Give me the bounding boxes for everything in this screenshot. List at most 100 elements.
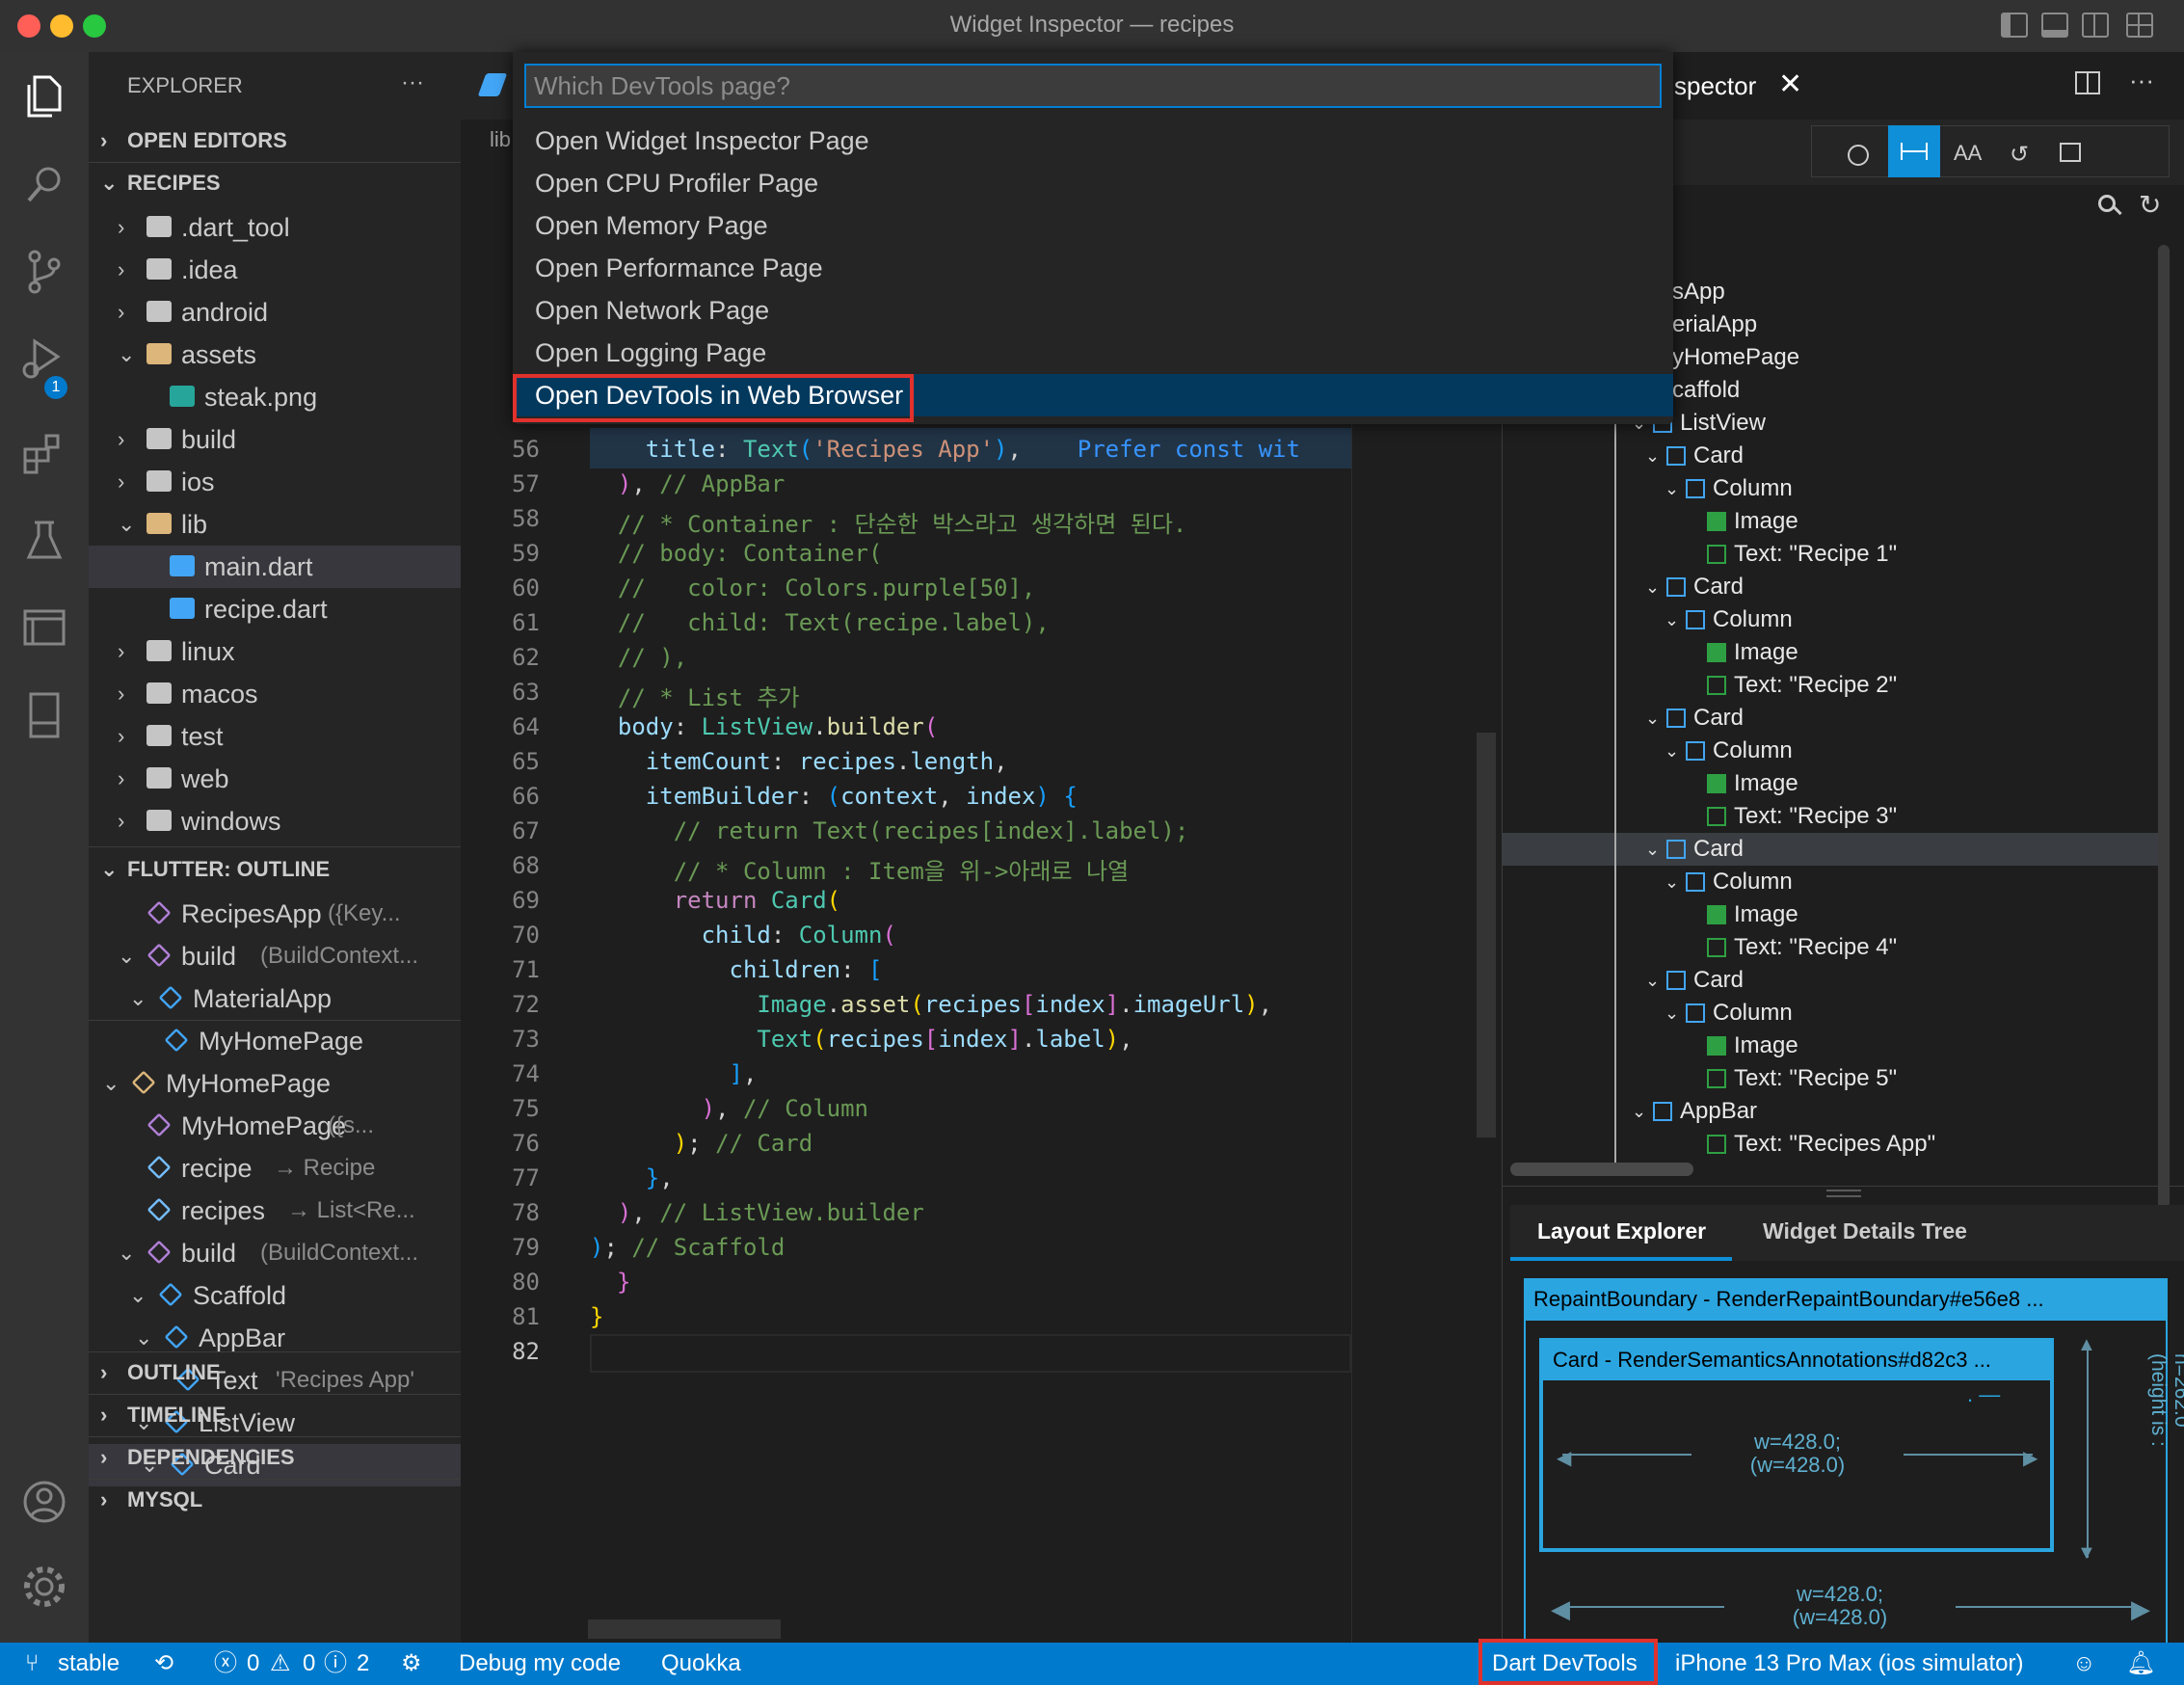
chevron-down-icon[interactable]: ⌄ xyxy=(1645,833,1660,866)
quick-pick-item[interactable]: Open Logging Page xyxy=(513,332,1673,374)
device-icon[interactable] xyxy=(17,688,71,742)
feedback-icon[interactable]: ☺ xyxy=(2072,1643,2096,1685)
outline-item[interactable]: ⌄ MaterialApp xyxy=(89,977,461,1020)
chevron-down-icon[interactable]: ⌄ xyxy=(1665,603,1679,636)
editor-scrollbar-thumb[interactable] xyxy=(1477,733,1496,1137)
toggle-secondary-sidebar-icon[interactable] xyxy=(2082,13,2109,38)
inspector-tab-label[interactable]: spector xyxy=(1674,71,1756,101)
outline-item[interactable]: ⌄ Scaffold xyxy=(89,1274,461,1317)
chevron-down-icon[interactable]: ⌄ xyxy=(129,977,146,1020)
quick-pick-item[interactable]: Open Performance Page xyxy=(513,247,1673,289)
chevron-right-icon[interactable]: › xyxy=(118,418,124,461)
widget-tree-node[interactable]: Text: "Recipe 2" xyxy=(1503,669,2158,702)
toggle-panel-icon[interactable] xyxy=(2041,13,2068,38)
split-editor-icon[interactable] xyxy=(2075,71,2100,94)
open-editors-section[interactable]: › OPEN EDITORS xyxy=(89,121,461,160)
quick-pick-item[interactable]: Open Network Page xyxy=(513,289,1673,332)
outline-item[interactable]: MyHomePage xyxy=(89,1020,461,1062)
flutter-outline-section[interactable]: ⌄ FLUTTER: OUTLINE xyxy=(89,850,461,889)
chevron-down-icon[interactable]: ⌄ xyxy=(1645,964,1660,997)
widget-tree-node[interactable]: Text: "Recipe 3" xyxy=(1503,800,2158,833)
file-tree-item[interactable]: main.dart xyxy=(89,546,461,588)
repaint-boundary-title[interactable]: RepaintBoundary - RenderRepaintBoundary#… xyxy=(1524,1278,2168,1321)
chevron-down-icon[interactable]: ⌄ xyxy=(1632,1095,1646,1128)
chevron-right-icon[interactable]: › xyxy=(118,673,124,715)
widget-tree-node[interactable]: Image xyxy=(1503,1030,2158,1062)
search-icon[interactable] xyxy=(2098,195,2116,212)
remote-explorer-icon[interactable] xyxy=(17,602,71,655)
widget-tree-node[interactable]: ⌄ Card xyxy=(1503,833,2158,866)
text-baselines-icon[interactable]: AA xyxy=(1954,141,1982,166)
outline-item[interactable]: ⌄ MyHomePage xyxy=(89,1062,461,1105)
show-guidelines-button[interactable] xyxy=(1888,125,1940,177)
chevron-down-icon[interactable]: ⌄ xyxy=(1665,472,1679,505)
repaint-rainbow-icon[interactable]: ↺ xyxy=(2010,141,2029,169)
chevron-down-icon[interactable]: ⌄ xyxy=(1645,440,1660,472)
widget-tree-node[interactable]: Image xyxy=(1503,505,2158,538)
info-count[interactable]: 2 xyxy=(357,1643,369,1685)
widget-tree-node[interactable]: ⌄ AppBar xyxy=(1503,1095,2158,1128)
error-icon[interactable]: ⓧ xyxy=(214,1643,237,1685)
widget-tree-node[interactable]: ⌄ Column xyxy=(1503,866,2158,898)
widget-tree-node[interactable]: ⌄ Column xyxy=(1503,472,2158,505)
explorer-more-button[interactable]: ··· xyxy=(401,69,424,96)
file-tree-item[interactable]: › ios xyxy=(89,461,461,503)
file-tree-item[interactable]: › build xyxy=(89,418,461,461)
tree-scrollbar[interactable] xyxy=(2158,245,2170,1209)
widget-tree-node[interactable]: Text: "Recipe 5" xyxy=(1503,1062,2158,1095)
testing-icon[interactable] xyxy=(17,515,71,569)
widget-tree-node[interactable]: ⌄ Card xyxy=(1503,702,2158,735)
file-tree-item[interactable]: ⌄ assets xyxy=(89,334,461,376)
chevron-right-icon[interactable]: › xyxy=(118,249,124,291)
file-tree-item[interactable]: ⌄ lib xyxy=(89,503,461,546)
invert-images-icon[interactable] xyxy=(2060,143,2081,162)
file-tree-item[interactable]: › windows xyxy=(89,800,461,842)
refresh-tree-icon[interactable]: ↻ xyxy=(2139,189,2161,221)
debug-config-icon[interactable]: ⚙ xyxy=(401,1643,422,1685)
debug-config-label[interactable]: Debug my code xyxy=(459,1643,621,1685)
chevron-right-icon[interactable]: › xyxy=(118,630,124,673)
widget-tree-node[interactable]: Image xyxy=(1503,898,2158,931)
chevron-right-icon[interactable]: › xyxy=(118,715,124,758)
chevron-down-icon[interactable]: ⌄ xyxy=(118,935,135,977)
file-tree-item[interactable]: recipe.dart xyxy=(89,588,461,630)
notifications-bell-icon[interactable]: 🔔︎ xyxy=(2126,1643,2155,1685)
tab-widget-details-tree[interactable]: Widget Details Tree xyxy=(1763,1218,1967,1244)
mysql-section[interactable]: › MYSQL xyxy=(89,1481,461,1519)
more-actions-icon[interactable]: ··· xyxy=(2129,66,2154,95)
file-tree-item[interactable]: › .dart_tool xyxy=(89,206,461,249)
tab-layout-explorer[interactable]: Layout Explorer xyxy=(1537,1218,1706,1244)
file-tree-item[interactable]: › test xyxy=(89,715,461,758)
horizontal-scrollbar-thumb[interactable] xyxy=(588,1619,781,1639)
warning-count[interactable]: 0 xyxy=(303,1643,315,1685)
outline-item[interactable]: RecipesApp ({Key... xyxy=(89,893,461,935)
file-tree-item[interactable]: › android xyxy=(89,291,461,334)
widget-tree-node[interactable]: ⌄ Column xyxy=(1503,735,2158,767)
outline-item[interactable]: recipe → Recipe xyxy=(89,1147,461,1190)
widget-tree-node[interactable]: ⌄ Card xyxy=(1503,571,2158,603)
chevron-down-icon[interactable]: ⌄ xyxy=(1665,866,1679,898)
chevron-down-icon[interactable]: ⌄ xyxy=(129,1274,146,1317)
chevron-down-icon[interactable]: ⌄ xyxy=(102,1062,120,1105)
quick-pick-item[interactable]: Open Memory Page xyxy=(513,204,1673,247)
dependencies-section[interactable]: › DEPENDENCIES xyxy=(89,1438,461,1477)
outline-item[interactable]: ⌄ build (BuildContext... xyxy=(89,1232,461,1274)
slow-animations-icon[interactable] xyxy=(1848,145,1869,166)
widget-tree-node[interactable]: ⌄ Card xyxy=(1503,964,2158,997)
outline-section[interactable]: › OUTLINE xyxy=(89,1353,461,1392)
timeline-section[interactable]: › TIMELINE xyxy=(89,1396,461,1434)
sync-icon[interactable]: ⟲ xyxy=(154,1643,173,1685)
explorer-icon[interactable] xyxy=(17,69,71,123)
error-count[interactable]: 0 xyxy=(247,1643,259,1685)
chevron-down-icon[interactable]: ⌄ xyxy=(118,334,135,376)
file-tree-item[interactable]: › .idea xyxy=(89,249,461,291)
widget-tree-node[interactable]: Text: "Recipe 1" xyxy=(1503,538,2158,571)
chevron-down-icon[interactable]: ⌄ xyxy=(1665,997,1679,1030)
branch-icon[interactable]: ⑂ xyxy=(25,1643,39,1685)
devtools-page-input[interactable] xyxy=(524,64,1662,108)
card-title[interactable]: Card - RenderSemanticsAnnotations#d82c3 … xyxy=(1541,1340,2052,1380)
widget-tree-node[interactable]: Image xyxy=(1503,767,2158,800)
toggle-sidebar-icon[interactable] xyxy=(2001,13,2028,38)
resize-handle[interactable] xyxy=(1826,1190,1861,1197)
widget-tree-node[interactable]: Text: "Recipe 4" xyxy=(1503,931,2158,964)
